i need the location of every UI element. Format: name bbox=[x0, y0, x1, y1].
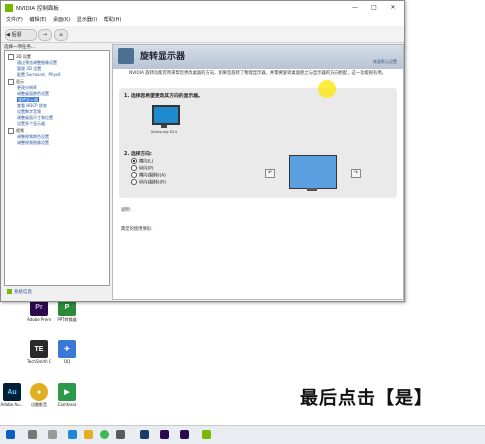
radio-selected-icon bbox=[131, 158, 137, 164]
desktop-icon-label: Adobe Premiere P... bbox=[27, 317, 51, 322]
rotate-display-icon bbox=[118, 48, 134, 64]
home-button[interactable]: ⌂ bbox=[54, 29, 68, 41]
desktop-icon-label: TechSmith Ca... bbox=[27, 359, 51, 364]
premiere-taskbar-icon[interactable] bbox=[160, 430, 169, 439]
qq-icon: ✈ bbox=[58, 340, 76, 358]
preview-screen bbox=[289, 155, 337, 189]
nvidia-taskbar-icon[interactable] bbox=[202, 430, 211, 439]
collapse-icon bbox=[8, 128, 14, 134]
tree-item-rotate-display[interactable]: 旋转显示器 bbox=[17, 97, 39, 102]
tree-item-resolution[interactable]: 更改分辨率 bbox=[17, 85, 37, 90]
home-icon: ⌂ bbox=[59, 32, 63, 38]
tree-item-surround-physx[interactable]: 配置 Surround、PhysX bbox=[17, 72, 61, 77]
orientation-preview bbox=[289, 155, 337, 193]
desktop-icon-label: Adobe Au... bbox=[0, 402, 24, 407]
nvidia-logo-icon bbox=[5, 4, 13, 12]
collapse-icon bbox=[8, 79, 14, 85]
task-view-icon[interactable] bbox=[48, 430, 57, 439]
chrome-icon[interactable] bbox=[100, 430, 109, 439]
nvidia-control-panel-window: NVIDIA 控制面板 — □ ✕ 文件(F) 编辑(E) 桌面(K) 显示器(… bbox=[0, 0, 405, 302]
desktop-icon-techsmith[interactable]: TE TechSmith Ca... bbox=[27, 340, 51, 364]
desktop-icon-camtasia[interactable]: ▶ Camtasia bbox=[55, 383, 79, 407]
monitor-selector[interactable]: Samsung S24 bbox=[147, 105, 181, 135]
back-arrow-icon: ◀ bbox=[6, 32, 10, 38]
page-description: NVIDIA 旋转功能可用来帮您更改桌面的方向，如果您旋转了物理显示器，并需要旋… bbox=[129, 71, 386, 76]
tree-item-desktop-size[interactable]: 调整桌面尺寸和位置 bbox=[17, 115, 53, 120]
menu-file[interactable]: 文件(F) bbox=[6, 15, 23, 26]
step1-title: 1. 选择您希望更改其方向的显示器。 bbox=[124, 94, 203, 99]
maximize-button[interactable]: □ bbox=[365, 3, 383, 13]
description-label: 说明: bbox=[121, 208, 132, 213]
tree-item-digital-audio[interactable]: 设置数字音频 bbox=[17, 109, 41, 114]
restore-defaults-link[interactable]: 恢复默认设置 bbox=[373, 59, 397, 65]
back-label: 后退 bbox=[11, 32, 22, 38]
audition-icon: Au bbox=[3, 383, 21, 401]
page-title: 旋转显示器 bbox=[140, 52, 186, 62]
menu-bar: 文件(F) 编辑(E) 桌面(K) 显示器(I) 帮助(H) bbox=[1, 15, 404, 26]
tree-item-image-preview[interactable]: 通过预览调整图像设置 bbox=[17, 60, 57, 65]
desktop-icon-qq[interactable]: ✈ QQ bbox=[55, 340, 79, 364]
desktop-icon-audition[interactable]: Au Adobe Au... bbox=[0, 383, 24, 407]
collapse-icon bbox=[8, 54, 14, 60]
back-button[interactable]: ◀ 后退 bbox=[5, 29, 37, 41]
folder-icon[interactable] bbox=[84, 430, 93, 439]
camtasia-icon: ▶ bbox=[58, 383, 76, 401]
video-caption: 最后点击【是】 bbox=[300, 388, 433, 409]
tree-item-multi-display[interactable]: 设置多个显示器 bbox=[17, 121, 45, 126]
orientation-portrait-flipped[interactable]: 纵向(翻转)(R) bbox=[131, 179, 166, 186]
desktop-icon-label: 迅雷影音 bbox=[31, 402, 47, 407]
monitor-label: Samsung S24 bbox=[150, 129, 178, 134]
window-title: NVIDIA 控制面板 bbox=[16, 6, 59, 12]
tree-item-manage-3d[interactable]: 管理 3D 设置 bbox=[17, 66, 41, 71]
taskbar bbox=[0, 425, 485, 444]
xunlei-icon: ● bbox=[30, 383, 48, 401]
tree-item-hdcp[interactable]: 查看 HDCP 状态 bbox=[17, 103, 47, 108]
radio-icon bbox=[131, 165, 137, 171]
premiere-taskbar-icon[interactable] bbox=[180, 430, 189, 439]
monitor-icon bbox=[152, 105, 180, 125]
menu-help[interactable]: 帮助(H) bbox=[104, 15, 122, 26]
rotate-left-button[interactable]: ↶ bbox=[265, 169, 275, 178]
orientation-landscape[interactable]: 横向(L) bbox=[131, 158, 153, 165]
radio-icon bbox=[131, 172, 137, 178]
rotate-left-icon: ↶ bbox=[267, 170, 273, 176]
app-icon[interactable] bbox=[140, 430, 149, 439]
step2-title: 2. 选择方向: bbox=[124, 152, 152, 157]
start-icon[interactable] bbox=[6, 430, 15, 439]
cursor-highlight bbox=[318, 80, 336, 98]
app-icon[interactable] bbox=[116, 430, 125, 439]
search-icon[interactable] bbox=[28, 430, 37, 439]
preview-base bbox=[307, 188, 317, 191]
monitor-stand bbox=[161, 125, 167, 128]
desktop-icon-label: QQ bbox=[63, 359, 71, 364]
minimize-button[interactable]: — bbox=[346, 3, 364, 13]
close-button[interactable]: ✕ bbox=[384, 3, 402, 13]
menu-display[interactable]: 显示器(I) bbox=[77, 15, 97, 26]
rotate-right-button[interactable]: ↷ bbox=[351, 169, 361, 178]
title-bar[interactable]: NVIDIA 控制面板 — □ ✕ bbox=[1, 1, 404, 15]
radio-icon bbox=[131, 179, 137, 185]
forward-button[interactable]: → bbox=[38, 29, 52, 41]
task-tree: 3D 设置 通过预览调整图像设置 管理 3D 设置 配置 Surround、Ph… bbox=[4, 50, 110, 286]
menu-edit[interactable]: 编辑(E) bbox=[29, 15, 46, 26]
rotate-right-icon: ↷ bbox=[353, 170, 359, 176]
tree-item-video-color[interactable]: 调整视频颜色设置 bbox=[17, 134, 49, 139]
content-pane: 旋转显示器 恢复默认设置 NVIDIA 旋转功能可用来帮您更改桌面的方向，如果您… bbox=[112, 44, 404, 300]
tree-item-video-image[interactable]: 调整视频图像设置 bbox=[17, 140, 49, 145]
menu-desktop[interactable]: 桌面(K) bbox=[53, 15, 70, 26]
page-header: 旋转显示器 恢复默认设置 bbox=[113, 45, 403, 69]
usage-label: 典型的使用情形: bbox=[121, 227, 153, 232]
orientation-landscape-flipped[interactable]: 横向(翻转)(A) bbox=[131, 172, 166, 179]
techsmith-icon: TE bbox=[30, 340, 48, 358]
desktop-icon-xunlei[interactable]: ● 迅雷影音 bbox=[27, 383, 51, 407]
edge-icon[interactable] bbox=[68, 430, 77, 439]
system-info-link[interactable]: 系统信息 bbox=[7, 289, 32, 295]
tree-item-desktop-color[interactable]: 调整桌面颜色设置 bbox=[17, 91, 49, 96]
toolbar: ◀ 后退 → ⌂ bbox=[1, 26, 404, 43]
desktop-icon-label: Camtasia bbox=[57, 402, 77, 407]
info-icon bbox=[7, 289, 12, 294]
orientation-portrait[interactable]: 纵向(P) bbox=[131, 165, 154, 172]
desktop-icon-label: PPT转换器 bbox=[57, 317, 77, 322]
